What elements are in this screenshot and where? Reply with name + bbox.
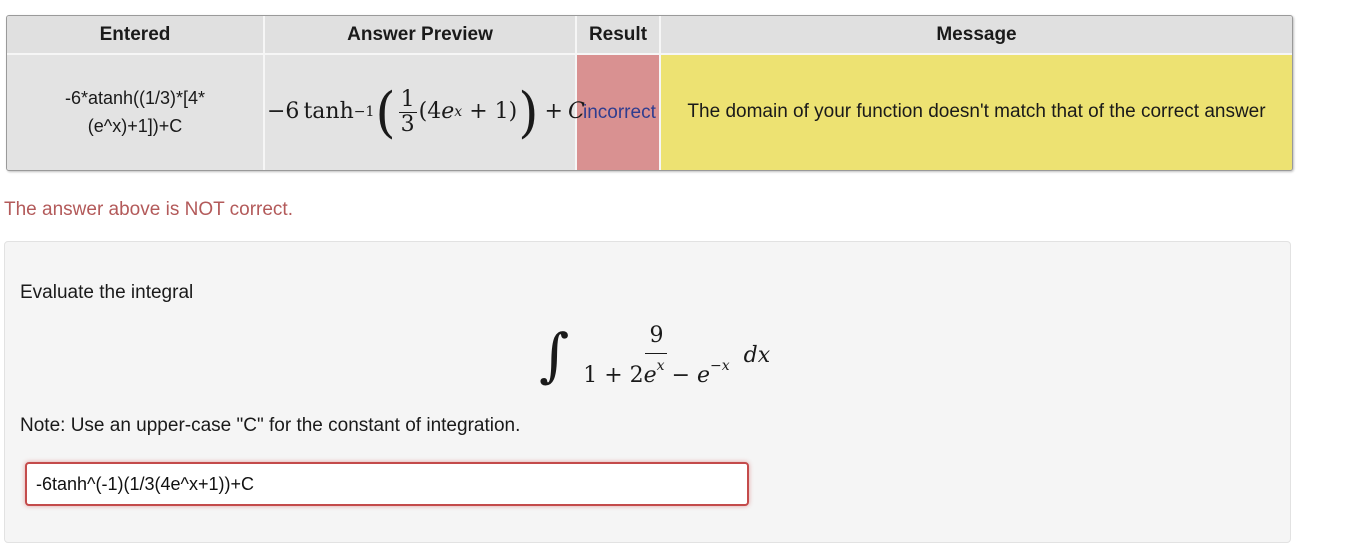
preview-inner-rest: + 1) <box>462 99 518 125</box>
entered-text-line2: (e^x)+1])+C <box>87 115 183 136</box>
integral-expression: ∫ 9 1 + 2ex − e−x dx <box>539 322 770 388</box>
header-entered: Entered <box>7 16 265 55</box>
integral-differential: dx <box>743 342 771 368</box>
entered-cell: -6*atanh((1/3)*[4* (e^x)+1])+C <box>7 53 265 170</box>
problem-instruction: Evaluate the integral <box>20 282 194 303</box>
integral-sign: ∫ <box>539 321 570 390</box>
answer-input[interactable] <box>25 462 749 506</box>
denominator-part-a: 1 + 2 <box>583 363 644 389</box>
header-message: Message <box>659 16 1292 55</box>
denominator-exp2: −x <box>710 358 730 375</box>
message-cell: The domain of your function doesn't matc… <box>659 53 1292 170</box>
denominator-exp1: x <box>656 358 665 375</box>
problem-note: Note: Use an upper-case "C" for the cons… <box>20 415 521 436</box>
entered-text-line1: -6*atanh((1/3)*[4* <box>64 87 206 108</box>
answer-preview-math: −6 tanh −1 ( 1 3 (4 e x + 1) ) + C <box>267 81 585 144</box>
problem-box: Evaluate the integral ∫ 9 1 + 2ex − e−x … <box>4 241 1291 543</box>
integrand-denominator: 1 + 2ex − e−x <box>579 354 733 388</box>
preview-right-paren: ) <box>518 81 539 144</box>
preview-coefficient: −6 <box>267 99 300 125</box>
preview-inner-e: e <box>441 99 455 125</box>
preview-frac-numerator: 1 <box>398 86 417 113</box>
denominator-e2: e <box>697 363 711 389</box>
denominator-e1: e <box>643 363 657 389</box>
denominator-part-b: − <box>664 363 697 389</box>
result-status-text: incorrect <box>583 101 656 123</box>
answer-status-message: The answer above is NOT correct. <box>4 199 293 220</box>
integrand-fraction: 9 1 + 2ex − e−x <box>579 322 733 388</box>
preview-plus: + <box>544 99 563 125</box>
integrand-numerator: 9 <box>645 322 668 355</box>
result-cell: incorrect <box>575 53 661 170</box>
preview-function: tanh <box>303 99 354 125</box>
header-result: Result <box>575 16 661 55</box>
preview-left-paren: ( <box>375 81 396 144</box>
results-row: -6*atanh((1/3)*[4* (e^x)+1])+C −6 tanh −… <box>7 53 1292 170</box>
answer-preview-cell: −6 tanh −1 ( 1 3 (4 e x + 1) ) + C <box>263 53 585 170</box>
header-answer-preview: Answer Preview <box>263 16 577 55</box>
preview-frac-denominator: 3 <box>400 112 415 137</box>
preview-inner-open: (4 <box>418 99 442 125</box>
results-header-row: Entered Answer Preview Result Message <box>7 16 1292 55</box>
attempt-results-table: Entered Answer Preview Result Message -6… <box>6 15 1293 171</box>
preview-inner-exp: x <box>454 103 463 120</box>
preview-fraction: 1 3 <box>398 86 417 137</box>
message-text: The domain of your function doesn't matc… <box>687 101 1266 123</box>
preview-exponent: −1 <box>353 103 375 120</box>
